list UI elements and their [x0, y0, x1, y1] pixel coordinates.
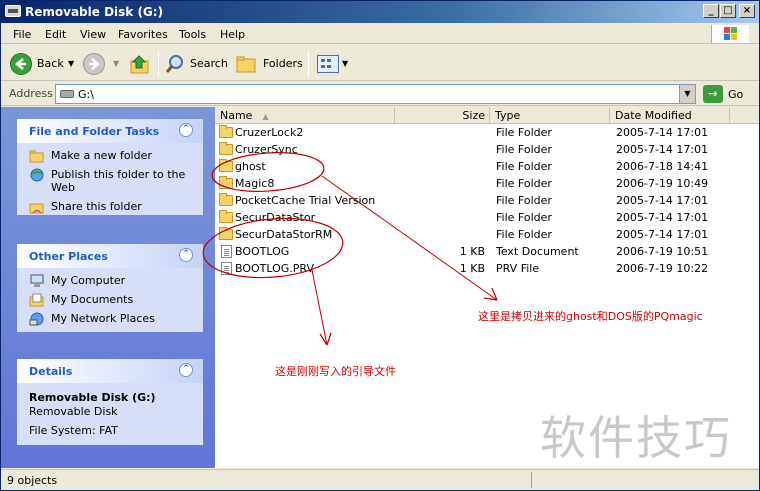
annotation-boot-note: 这是刚刚写入的引导文件: [275, 365, 396, 378]
annotation-arrow-line: [311, 269, 328, 346]
watermark-text: 软件技巧: [540, 411, 732, 465]
annotation-ellipse-folders: [211, 152, 325, 192]
annotation-arrow-line: [321, 175, 498, 301]
annotation-copied-note: 这里是拷贝进来的ghost和DOS版的PQmagic: [478, 310, 703, 323]
annotation-ellipse-bootfiles: [202, 217, 344, 279]
